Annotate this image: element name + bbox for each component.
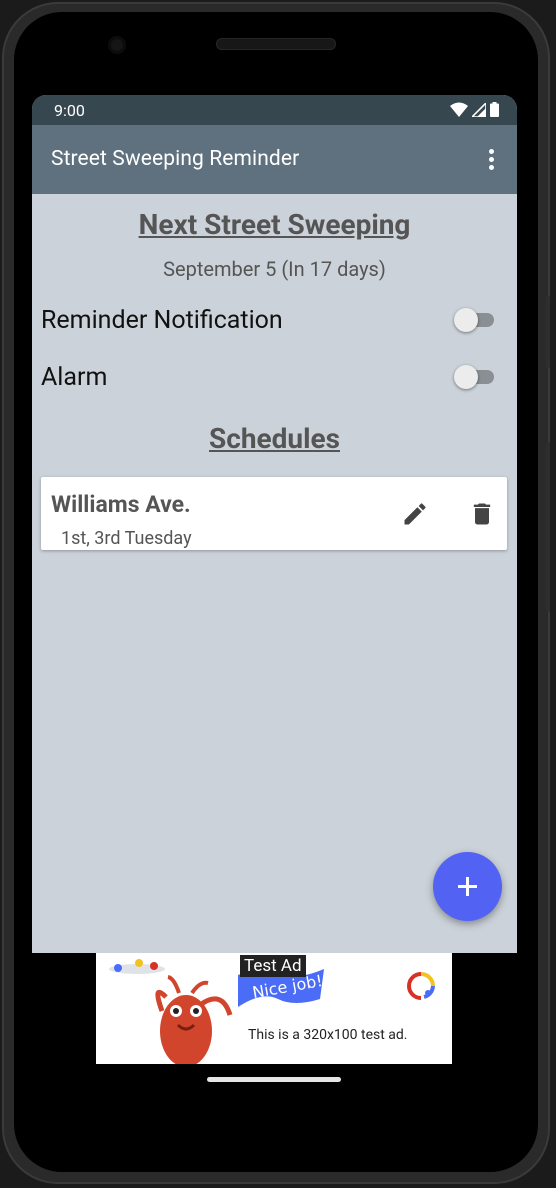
alarm-switch[interactable]	[454, 365, 494, 389]
alarm-label: Alarm	[41, 363, 108, 392]
ad-mascot-illustration	[109, 959, 233, 1064]
schedule-card[interactable]: Williams Ave. 1st, 3rd Tuesday	[41, 477, 507, 550]
test-ad-label: Test Ad	[240, 955, 306, 977]
plus-icon	[458, 877, 477, 896]
power-button	[546, 442, 550, 612]
app-screen: 9:00 Street Sweeping Reminder Next Stree…	[32, 95, 517, 953]
switch-thumb	[454, 308, 478, 332]
cell-signal-icon	[472, 102, 486, 117]
next-sweeping-heading: Next Street Sweeping	[138, 208, 411, 241]
earpiece-speaker	[216, 38, 336, 50]
schedule-days: 1st, 3rd Tuesday	[61, 528, 192, 549]
schedule-street: Williams Ave.	[51, 491, 191, 518]
switch-thumb	[454, 365, 478, 389]
front-camera	[108, 36, 126, 54]
status-bar: 9:00	[32, 95, 517, 125]
status-time: 9:00	[54, 101, 85, 120]
volume-button	[546, 296, 550, 368]
reminder-notification-switch[interactable]	[454, 308, 494, 332]
wifi-icon	[450, 102, 468, 117]
more-vert-icon[interactable]	[481, 147, 501, 173]
status-icons	[450, 102, 499, 117]
add-schedule-button[interactable]	[433, 852, 502, 921]
ad-brand-logo	[407, 972, 435, 1000]
trash-icon[interactable]	[468, 500, 496, 528]
ad-body-text: This is a 320x100 test ad.	[248, 1027, 408, 1043]
reminder-notification-label: Reminder Notification	[41, 306, 283, 335]
app-bar: Street Sweeping Reminder	[32, 125, 517, 194]
app-title: Street Sweeping Reminder	[51, 147, 300, 171]
schedules-heading: Schedules	[209, 422, 340, 455]
battery-icon	[490, 102, 499, 117]
next-sweeping-date: September 5 (In 17 days)	[163, 257, 386, 281]
gesture-nav-handle[interactable]	[207, 1077, 341, 1082]
pencil-icon[interactable]	[401, 500, 429, 528]
test-ad-banner[interactable]: Nice job! Test Ad This is a 320x100 test…	[96, 953, 452, 1064]
